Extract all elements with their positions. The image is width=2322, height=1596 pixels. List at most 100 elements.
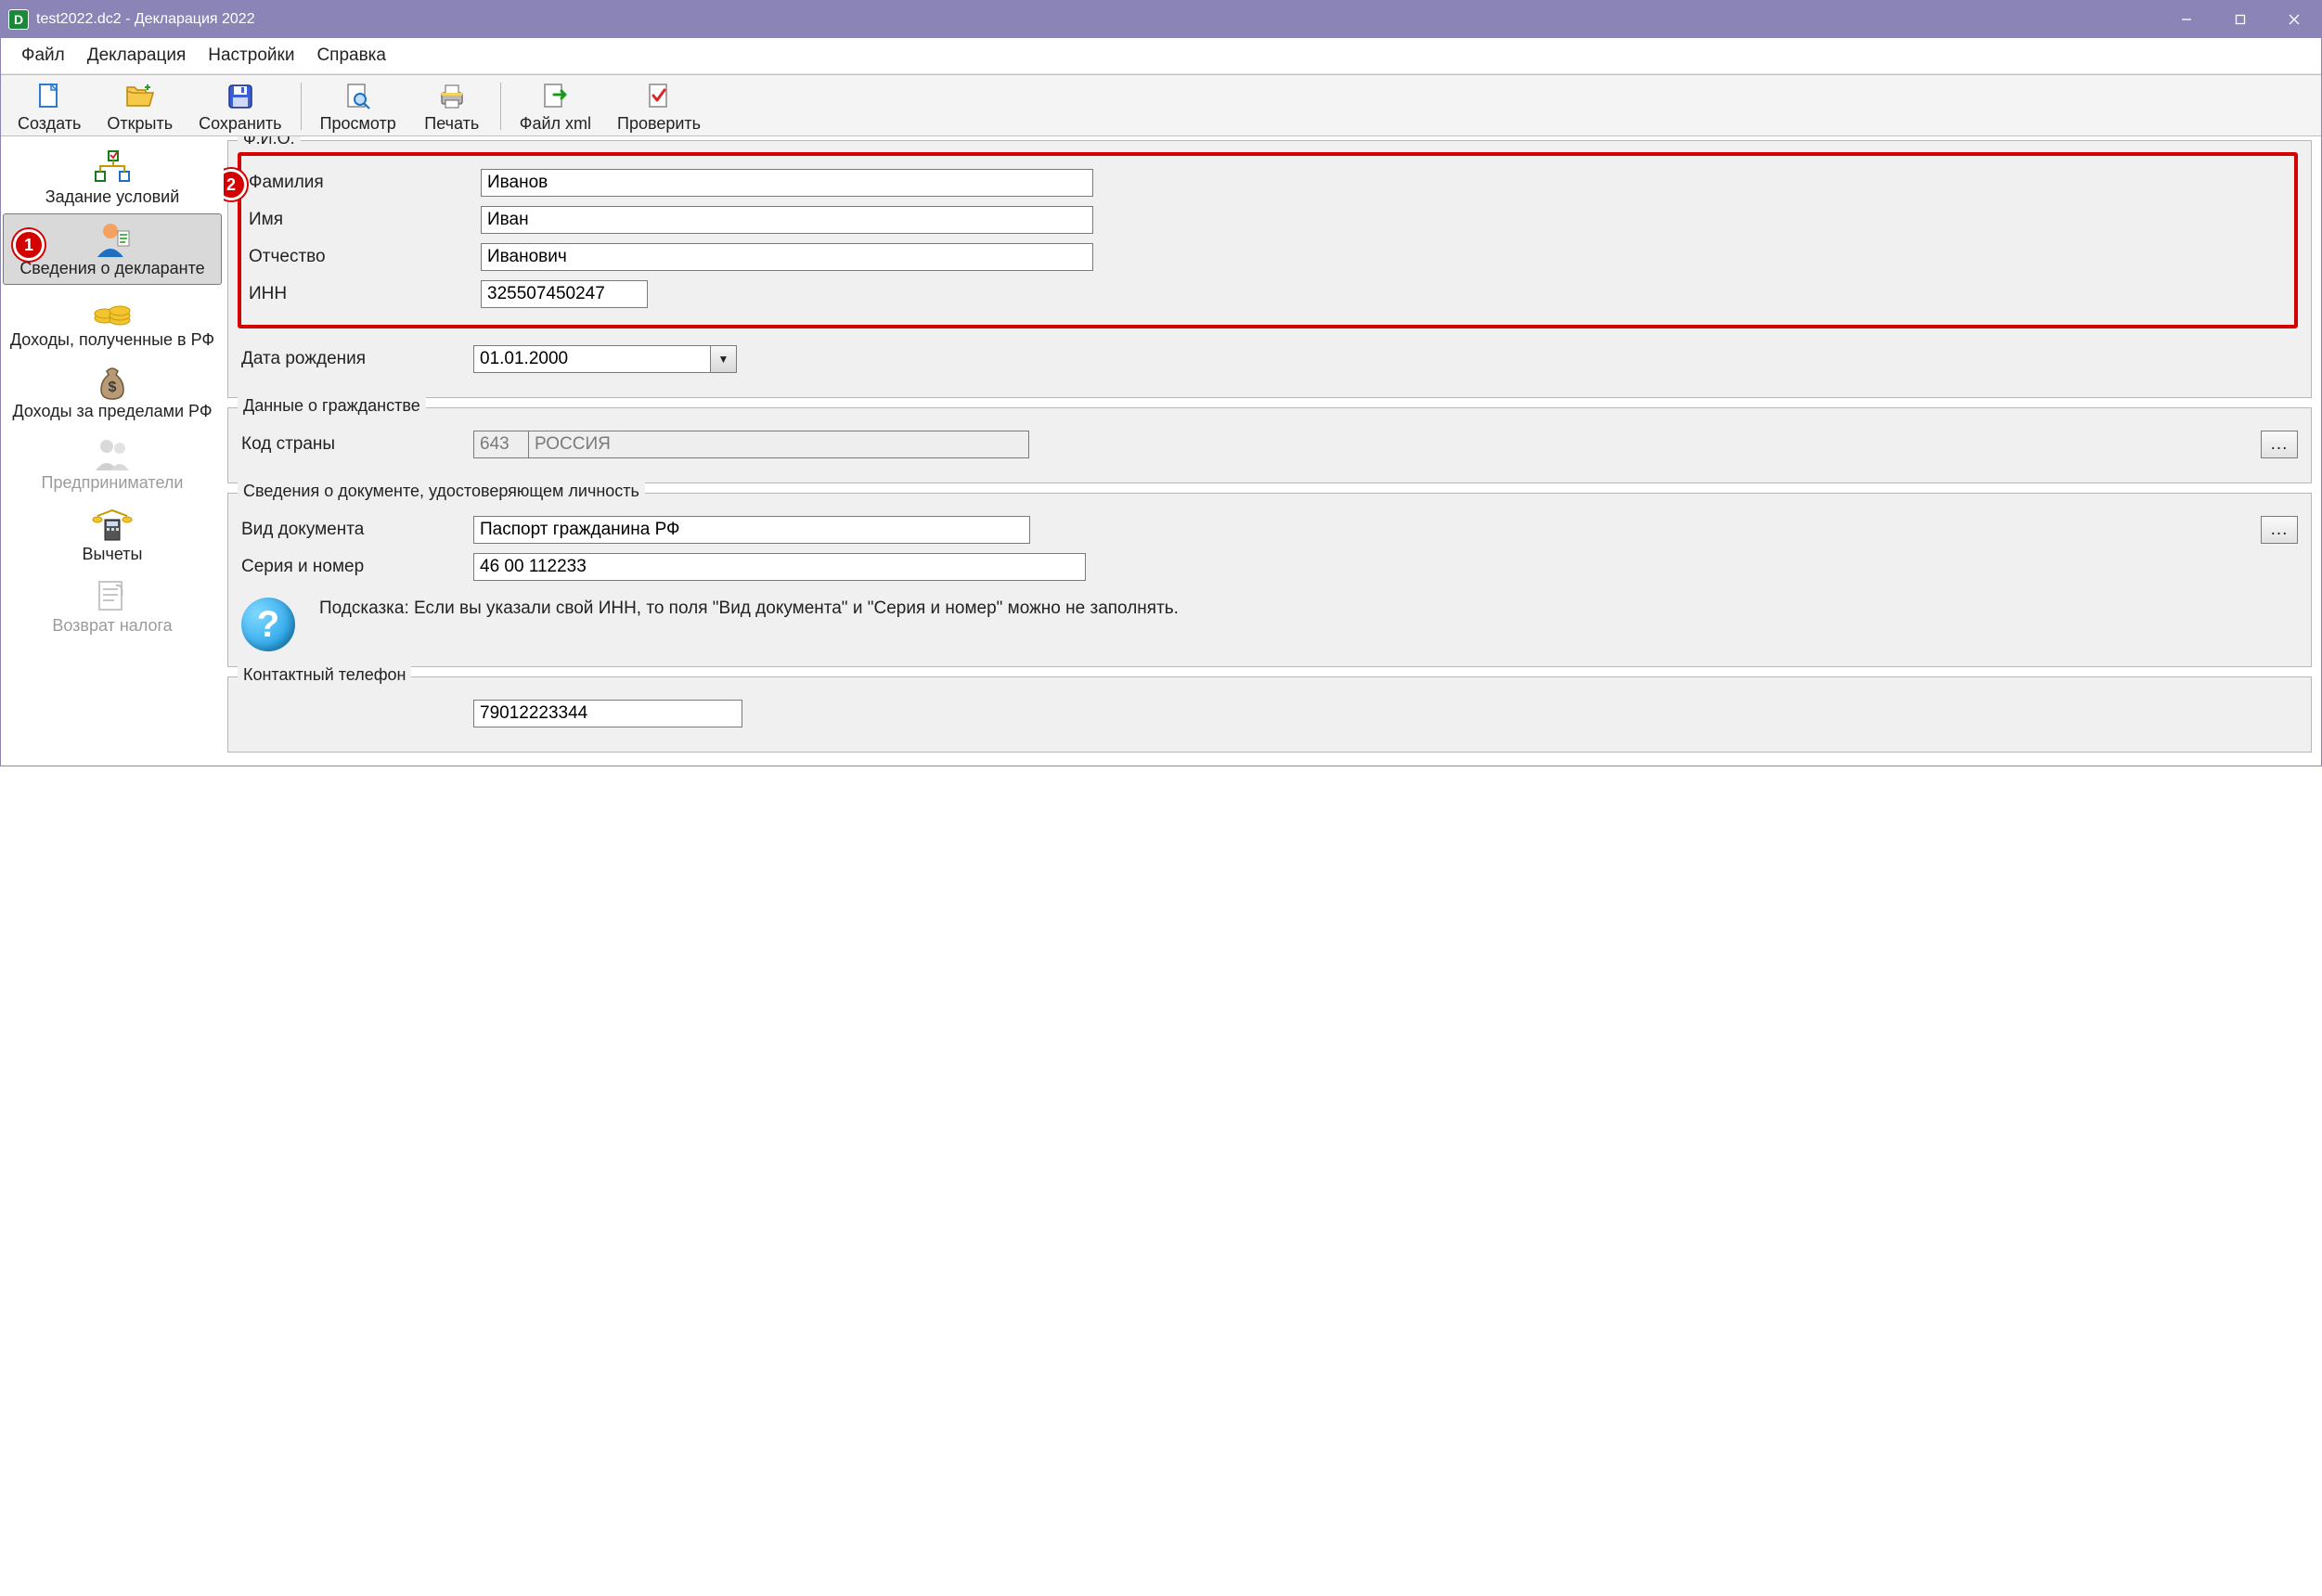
sidebar-entrepreneurs-label: Предприниматели (42, 473, 184, 493)
group-fio-legend: Ф.И.О. (238, 136, 301, 148)
file-new-icon (33, 81, 65, 112)
group-contact-legend: Контактный телефон (238, 665, 411, 685)
sidebar-item-tax-return[interactable]: Возврат налога (3, 571, 222, 642)
xml-file-icon (539, 81, 571, 112)
dob-dropdown-button[interactable]: ▼ (711, 345, 737, 373)
dob-input[interactable] (473, 345, 711, 373)
surname-input[interactable] (481, 169, 1093, 197)
toolbar-open[interactable]: Открыть (94, 77, 186, 135)
folder-open-icon (124, 81, 156, 112)
window-controls (2160, 1, 2321, 38)
toolbar-print-label: Печать (424, 114, 479, 134)
menu-declaration[interactable]: Декларация (78, 44, 196, 68)
toolbar-separator (301, 83, 302, 130)
annotation-badge-1: 1 (13, 229, 45, 261)
patronymic-label: Отчество (249, 247, 481, 267)
minimize-icon (2181, 14, 2192, 25)
menu-settings[interactable]: Настройки (199, 44, 303, 68)
toolbar-check[interactable]: Проверить (604, 77, 714, 135)
check-icon (643, 81, 675, 112)
toolbar-preview[interactable]: Просмотр (307, 77, 409, 135)
country-code-label: Код страны (241, 434, 473, 455)
save-icon (225, 81, 256, 112)
group-identity-legend: Сведения о документе, удостоверяющем лич… (238, 482, 645, 501)
close-icon (2289, 14, 2300, 25)
person-icon (90, 220, 135, 259)
toolbar-file-xml-label: Файл xml (520, 114, 591, 134)
sidebar: Задание условий 1 Сведения о декларанте … (1, 136, 224, 766)
group-citizenship: Данные о гражданстве Код страны ... (227, 407, 2312, 483)
minimize-button[interactable] (2160, 1, 2213, 38)
series-label: Серия и номер (241, 557, 473, 577)
app-icon (8, 9, 29, 30)
name-label: Имя (249, 210, 481, 230)
calculator-scales-icon (90, 506, 135, 545)
doc-type-input[interactable] (473, 516, 1030, 544)
inn-label: ИНН (249, 284, 481, 304)
menu-help[interactable]: Справка (307, 44, 395, 68)
people-icon (90, 434, 135, 473)
document-icon (90, 577, 135, 616)
toolbar-save-label: Сохранить (199, 114, 281, 134)
sidebar-item-declarant[interactable]: 1 Сведения о декларанте (3, 213, 222, 285)
group-fio: Ф.И.О. 2 Фамилия Имя Отчество ИНН (227, 140, 2312, 398)
ellipsis-icon: ... (2271, 434, 2289, 455)
money-bag-icon: $ (90, 363, 135, 402)
sidebar-deductions-label: Вычеты (83, 545, 143, 564)
conditions-icon (90, 148, 135, 187)
toolbar: Создать Открыть Сохранить Просмотр (1, 74, 2321, 136)
series-input[interactable] (473, 553, 1086, 581)
surname-label: Фамилия (249, 173, 481, 193)
toolbar-file-xml[interactable]: Файл xml (507, 77, 604, 135)
toolbar-create[interactable]: Создать (5, 77, 94, 135)
sidebar-tax-return-label: Возврат налога (52, 616, 172, 636)
country-name-input[interactable] (528, 431, 1029, 458)
sidebar-item-entrepreneurs[interactable]: Предприниматели (3, 428, 222, 499)
patronymic-input[interactable] (481, 243, 1093, 271)
toolbar-create-label: Создать (18, 114, 81, 134)
toolbar-check-label: Проверить (617, 114, 701, 134)
name-input[interactable] (481, 206, 1093, 234)
close-button[interactable] (2267, 1, 2321, 38)
print-icon (436, 81, 468, 112)
dob-label: Дата рождения (241, 349, 473, 369)
toolbar-separator (500, 83, 501, 130)
sidebar-item-conditions[interactable]: Задание условий (3, 142, 222, 213)
hint-text: Подсказка: Если вы указали свой ИНН, то … (319, 598, 1179, 621)
country-code-input[interactable] (473, 431, 529, 458)
doc-type-browse-button[interactable]: ... (2261, 516, 2298, 544)
menu-file[interactable]: Файл (12, 44, 74, 68)
toolbar-save[interactable]: Сохранить (186, 77, 294, 135)
help-icon: ? (241, 598, 295, 651)
preview-icon (342, 81, 374, 112)
toolbar-preview-label: Просмотр (320, 114, 396, 134)
sidebar-income-rf-label: Доходы, полученные в РФ (10, 330, 214, 350)
group-contact: Контактный телефон (227, 676, 2312, 753)
sidebar-income-abroad-label: Доходы за пределами РФ (12, 402, 212, 421)
sidebar-item-income-rf[interactable]: Доходы, полученные в РФ (3, 285, 222, 356)
form-area: Ф.И.О. 2 Фамилия Имя Отчество ИНН (224, 136, 2321, 766)
sidebar-item-income-abroad[interactable]: $ Доходы за пределами РФ (3, 356, 222, 428)
phone-input[interactable] (473, 700, 742, 727)
maximize-button[interactable] (2213, 1, 2267, 38)
toolbar-open-label: Открыть (107, 114, 173, 134)
window-title: test2022.dc2 - Декларация 2022 (36, 11, 255, 28)
chevron-down-icon: ▼ (718, 353, 729, 366)
doc-type-label: Вид документа (241, 520, 473, 540)
annotation-badge-2: 2 (224, 169, 247, 200)
country-browse-button[interactable]: ... (2261, 431, 2298, 458)
coins-icon (90, 291, 135, 330)
maximize-icon (2235, 14, 2246, 25)
ellipsis-icon: ... (2271, 520, 2289, 540)
sidebar-conditions-label: Задание условий (45, 187, 180, 207)
group-identity: Сведения о документе, удостоверяющем лич… (227, 493, 2312, 667)
group-citizenship-legend: Данные о гражданстве (238, 396, 426, 416)
annotation-box-2: 2 Фамилия Имя Отчество ИНН (238, 152, 2298, 328)
toolbar-print[interactable]: Печать (409, 77, 495, 135)
inn-input[interactable] (481, 280, 648, 308)
sidebar-declarant-label: Сведения о декларанте (19, 259, 204, 278)
menubar: Файл Декларация Настройки Справка (1, 38, 2321, 74)
sidebar-item-deductions[interactable]: Вычеты (3, 499, 222, 571)
svg-text:$: $ (109, 380, 117, 395)
titlebar: test2022.dc2 - Декларация 2022 (1, 1, 2321, 38)
